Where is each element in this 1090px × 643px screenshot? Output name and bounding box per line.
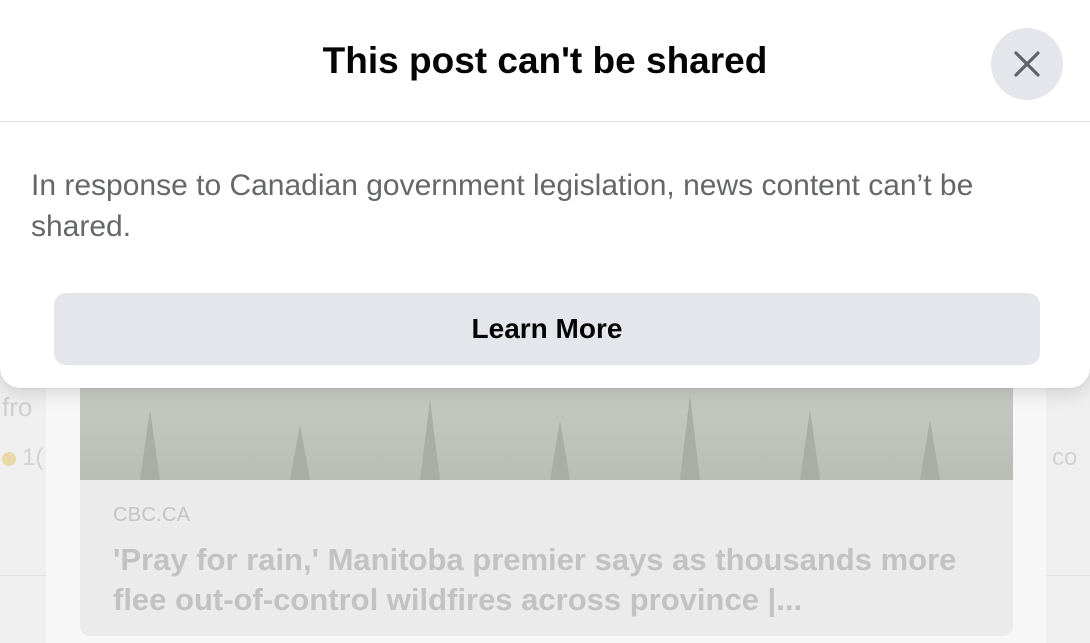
close-button[interactable] (991, 28, 1063, 100)
link-source: CBC.CA (113, 504, 191, 526)
divider (0, 575, 46, 576)
background-text-fragment: fro (2, 392, 33, 422)
background-comment-fragment: co (1052, 444, 1078, 471)
share-blocked-dialog: This post can't be shared In response to… (0, 0, 1090, 388)
link-headline: 'Pray for rain,' Manitoba premier says a… (113, 542, 957, 617)
learn-more-button[interactable]: Learn More (54, 293, 1040, 365)
close-icon (1014, 51, 1040, 77)
tree-shape (920, 420, 940, 480)
tree-shape (290, 425, 310, 480)
tree-shape (140, 410, 160, 480)
dialog-title: This post can't be shared (322, 40, 768, 81)
screen: fro 1( co CBC.CA 'Pray for rain,' Manito… (0, 0, 1090, 643)
background-reaction-count: 1( (2, 444, 43, 472)
dialog-header: This post can't be shared (0, 0, 1090, 122)
tree-shape (550, 420, 570, 480)
divider (1046, 575, 1090, 576)
tree-shape (420, 400, 440, 480)
dialog-message: In response to Canadian government legis… (31, 169, 974, 243)
reaction-icon (2, 451, 16, 466)
tree-shape (680, 395, 700, 480)
tree-shape (800, 410, 820, 480)
